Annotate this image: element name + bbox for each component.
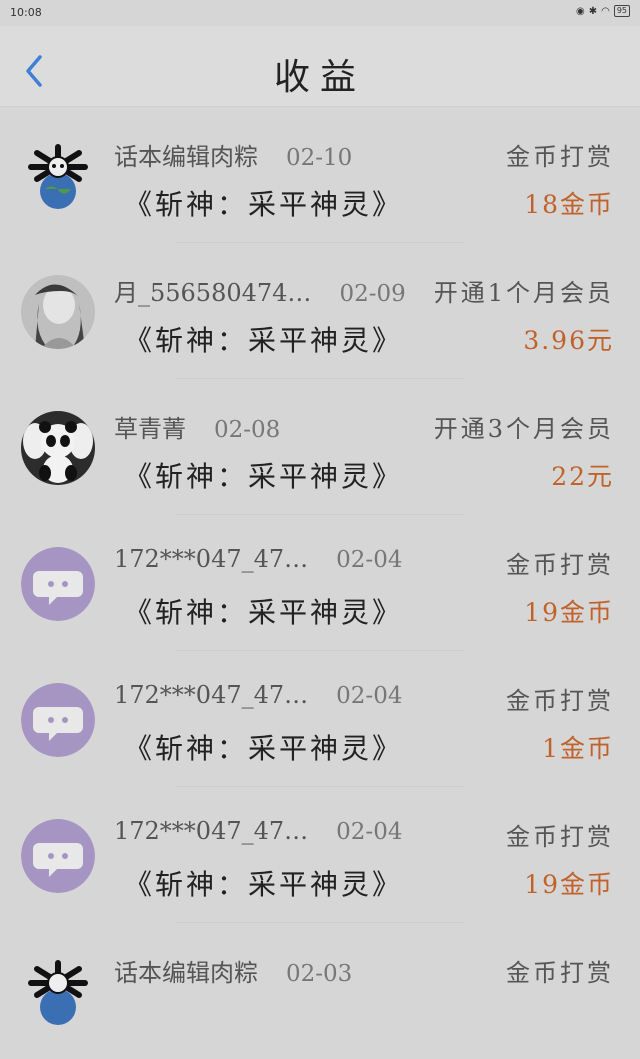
list-item[interactable]: 草青菁 02-08 《斩神：采平神灵》 开通3个月会员 22元 bbox=[0, 379, 640, 515]
book-title: 《斩神：采平神灵》 bbox=[124, 732, 404, 765]
book-title: 《斩神：采平神灵》 bbox=[124, 460, 404, 493]
status-time: 10:08 bbox=[10, 6, 42, 19]
book-title: 《斩神：采平神灵》 bbox=[124, 596, 404, 629]
user-line: 172***047_47… 02-04 bbox=[114, 817, 402, 845]
user-line: 话本编辑肉粽 02-03 bbox=[114, 953, 352, 988]
user-name: 172***047_47… bbox=[114, 545, 309, 573]
income-type: 开通3个月会员 bbox=[433, 415, 614, 443]
bone-globe-avatar bbox=[21, 955, 95, 1029]
income-amount: 18金币 bbox=[524, 190, 614, 219]
header-bar: 收益 bbox=[0, 26, 640, 107]
default-avatar bbox=[21, 819, 95, 893]
record-date: 02-10 bbox=[286, 145, 353, 171]
user-line: 月_556580474… 02-09 bbox=[114, 273, 406, 308]
earnings-list: 话本编辑肉粽 02-10 《斩神：采平神灵》 金币打赏 18金币 月_55658… bbox=[0, 107, 640, 1059]
income-type: 金币打赏 bbox=[506, 143, 614, 171]
list-item[interactable]: 172***047_47… 02-04 《斩神：采平神灵》 金币打赏 1金币 bbox=[0, 651, 640, 787]
book-title: 《斩神：采平神灵》 bbox=[124, 868, 404, 901]
list-item[interactable]: 话本编辑肉粽 02-10 《斩神：采平神灵》 金币打赏 18金币 bbox=[0, 107, 640, 243]
page-title: 收益 bbox=[273, 57, 366, 98]
user-line: 172***047_47… 02-04 bbox=[114, 545, 402, 573]
book-title: 《斩神：采平神灵》 bbox=[124, 188, 404, 221]
user-line: 话本编辑肉粽 02-10 bbox=[114, 137, 352, 172]
book-title: 《斩神：采平神灵》 bbox=[124, 324, 404, 357]
user-name: 172***047_47… bbox=[114, 681, 309, 709]
income-type: 金币打赏 bbox=[506, 823, 614, 851]
record-date: 02-04 bbox=[336, 683, 403, 709]
list-item[interactable]: 172***047_47… 02-04 《斩神：采平神灵》 金币打赏 19金币 bbox=[0, 515, 640, 651]
status-icons: ◉ ✱ ◠ 95 bbox=[576, 5, 630, 17]
user-name: 话本编辑肉粽 bbox=[114, 959, 258, 987]
list-item[interactable]: 月_556580474… 02-09 《斩神：采平神灵》 开通1个月会员 3.9… bbox=[0, 243, 640, 379]
record-date: 02-08 bbox=[214, 417, 281, 443]
user-line: 草青菁 02-08 bbox=[114, 409, 280, 444]
list-item[interactable]: 172***047_47… 02-04 《斩神：采平神灵》 金币打赏 19金币 bbox=[0, 787, 640, 923]
record-date: 02-04 bbox=[336, 819, 403, 845]
income-amount: 19金币 bbox=[524, 598, 614, 627]
income-amount: 1金币 bbox=[542, 734, 614, 763]
default-avatar bbox=[21, 547, 95, 621]
battery-icon: 95 bbox=[613, 5, 630, 17]
income-amount: 3.96元 bbox=[523, 326, 614, 355]
portrait-avatar bbox=[21, 275, 95, 349]
income-type: 金币打赏 bbox=[506, 687, 614, 715]
user-name: 草青菁 bbox=[114, 415, 186, 443]
record-date: 02-03 bbox=[286, 961, 353, 987]
status-bar: 10:08 ◉ ✱ ◠ 95 bbox=[0, 0, 640, 26]
eye-icon: ◉ bbox=[575, 5, 585, 17]
user-name: 172***047_47… bbox=[114, 817, 309, 845]
list-item[interactable]: 话本编辑肉粽 02-03 金币打赏 bbox=[0, 923, 640, 1059]
income-type: 开通1个月会员 bbox=[433, 279, 614, 307]
wifi-icon: ◠ bbox=[601, 5, 610, 17]
record-date: 02-09 bbox=[339, 281, 406, 307]
record-date: 02-04 bbox=[336, 547, 403, 573]
bone-globe-avatar bbox=[21, 139, 95, 213]
user-line: 172***047_47… 02-04 bbox=[114, 681, 402, 709]
bluetooth-icon: ✱ bbox=[588, 5, 598, 17]
income-amount: 22元 bbox=[551, 462, 614, 491]
user-name: 月_556580474… bbox=[114, 279, 312, 307]
default-avatar bbox=[21, 683, 95, 757]
user-name: 话本编辑肉粽 bbox=[114, 143, 258, 171]
income-type: 金币打赏 bbox=[506, 959, 614, 987]
income-type: 金币打赏 bbox=[506, 551, 614, 579]
panda-avatar bbox=[21, 411, 95, 485]
income-amount: 19金币 bbox=[524, 870, 614, 899]
